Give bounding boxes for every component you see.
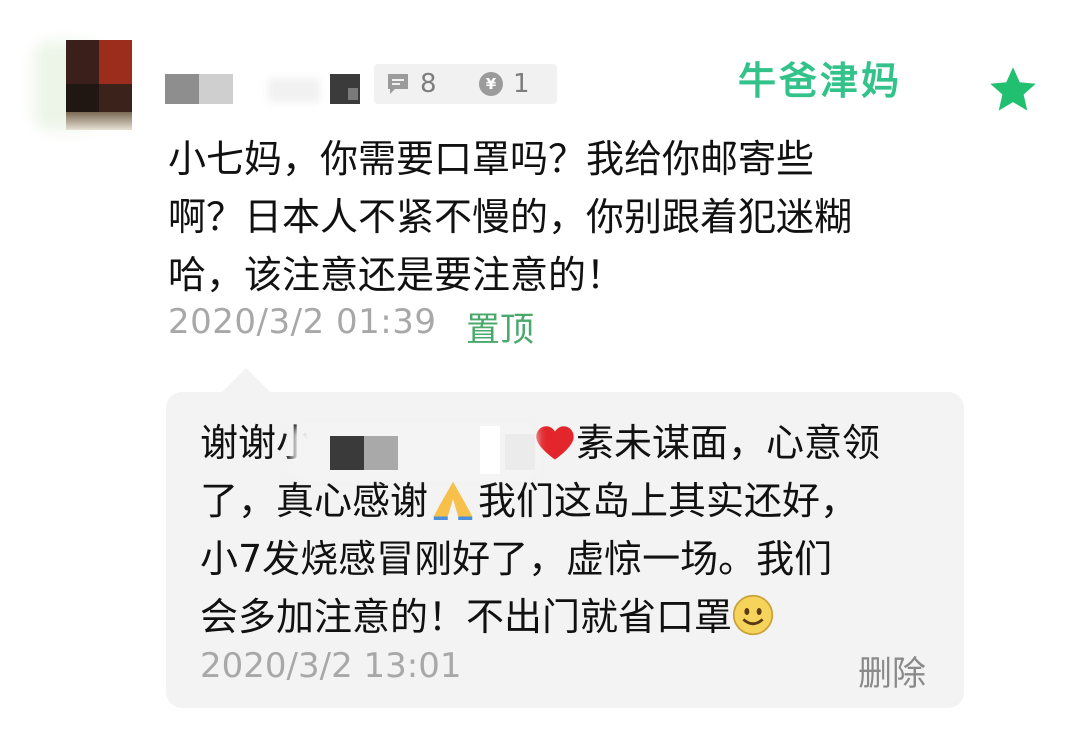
blurred-username — [268, 78, 320, 102]
reply-line-text: 了，真心感谢 — [200, 479, 429, 523]
reply-line: 会多加注意的！不出门就省口罩 — [200, 588, 940, 646]
coin-count-badge[interactable]: ¥ 1 — [467, 64, 557, 104]
coin-count: 1 — [513, 69, 530, 99]
blurred-username — [348, 88, 358, 100]
coin-icon: ¥ — [479, 72, 503, 96]
message-count: 8 — [420, 69, 437, 99]
comment-line: 哈，该注意还是要注意的！ — [168, 253, 625, 297]
redacted-name — [330, 436, 364, 470]
reply-timestamp: 2020/3/2 13:01 — [200, 646, 462, 686]
redacted-name — [364, 436, 398, 470]
comment-body: 小七妈，你需要口罩吗？我给你邮寄些 啊？日本人不紧不慢的，你别跟着犯迷糊 哈，该… — [168, 130, 928, 304]
delete-button[interactable]: 删除 — [858, 646, 926, 695]
pin-button[interactable]: 置顶 — [466, 302, 534, 351]
reply-line: 了，真心感谢 我们这岛上其实还好， — [200, 472, 940, 530]
redacted-name — [505, 434, 535, 470]
reply-line-text: 会多加注意的！不出门就省口罩 — [200, 595, 733, 639]
comment-line: 啊？日本人不紧不慢的，你别跟着犯迷糊 — [168, 195, 853, 239]
reply-bubble-caret — [222, 368, 270, 392]
watermark: 牛爸津妈 — [738, 59, 903, 103]
praying-hands-emoji-icon — [433, 481, 473, 520]
redacted-name — [480, 426, 500, 474]
star-icon[interactable] — [986, 64, 1040, 116]
reply-line-text: 我们这岛上其实还好， — [478, 479, 859, 523]
smile-emoji-icon — [732, 594, 774, 636]
message-count-badge[interactable]: 8 — [374, 64, 472, 104]
comment-timestamp: 2020/3/2 01:39 — [168, 302, 437, 342]
blurred-username — [165, 74, 199, 104]
avatar-pixel — [66, 112, 132, 130]
comment-line: 小七妈，你需要口罩吗？我给你邮寄些 — [168, 137, 815, 181]
reply-line-text: 素未谋面，心意领 — [576, 421, 881, 465]
comment-thread: 8 ¥ 1 牛爸津妈 小七妈，你需要口罩吗？我给你邮寄些 啊？日本人不紧不慢的，… — [0, 0, 1080, 732]
blurred-username — [199, 74, 233, 104]
avatar-pixel — [66, 40, 99, 84]
message-icon — [388, 74, 408, 94]
reply-line: 小7发烧感冒刚好了，虚惊一场。我们 — [200, 537, 833, 581]
avatar-pixel — [99, 40, 132, 84]
heart-emoji-icon — [536, 426, 574, 460]
